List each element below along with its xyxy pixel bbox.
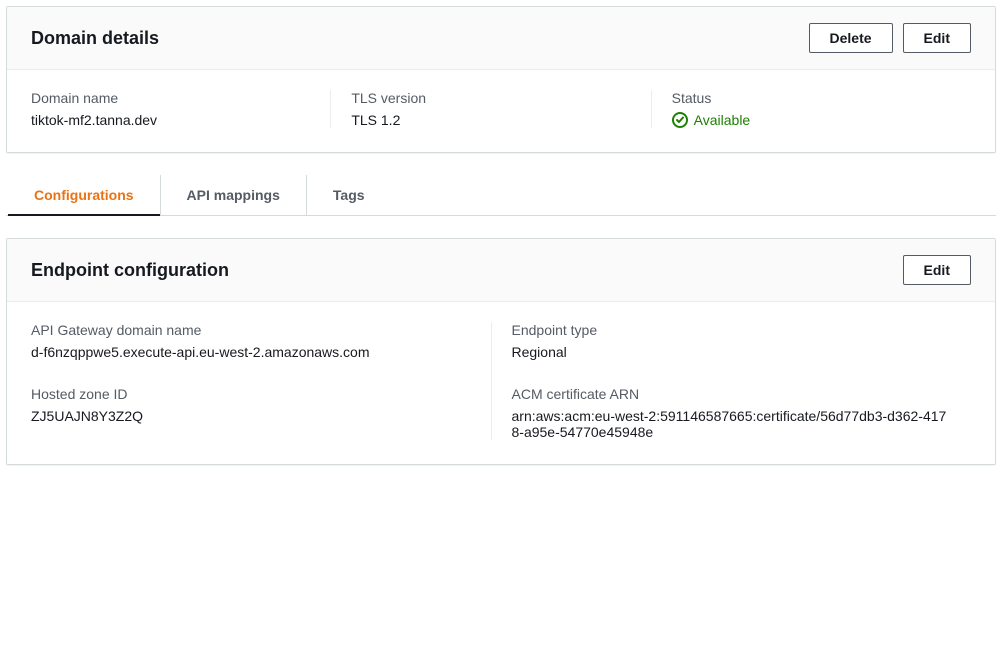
- endpoint-config-actions: Edit: [903, 255, 971, 285]
- status-label: Status: [672, 90, 951, 106]
- tls-version-label: TLS version: [351, 90, 630, 106]
- domain-name-field: Domain name tiktok-mf2.tanna.dev: [31, 90, 330, 128]
- hosted-zone-id-value: ZJ5UAJN8Y3Z2Q: [31, 408, 471, 424]
- endpoint-config-card: Endpoint configuration Edit API Gateway …: [6, 238, 996, 465]
- domain-name-value: tiktok-mf2.tanna.dev: [31, 112, 310, 128]
- edit-button[interactable]: Edit: [903, 23, 971, 53]
- tab-tags[interactable]: Tags: [307, 175, 391, 215]
- endpoint-type-label: Endpoint type: [512, 322, 952, 338]
- endpoint-edit-button[interactable]: Edit: [903, 255, 971, 285]
- domain-details-card: Domain details Delete Edit Domain name t…: [6, 6, 996, 153]
- endpoint-config-title: Endpoint configuration: [31, 260, 229, 281]
- tab-configurations[interactable]: Configurations: [8, 175, 161, 215]
- hosted-zone-id-label: Hosted zone ID: [31, 386, 471, 402]
- check-circle-icon: [672, 112, 688, 128]
- domain-name-label: Domain name: [31, 90, 310, 106]
- api-gateway-domain-label: API Gateway domain name: [31, 322, 471, 338]
- tab-api-mappings[interactable]: API mappings: [161, 175, 307, 215]
- domain-details-header: Domain details Delete Edit: [7, 7, 995, 70]
- endpoint-config-body: API Gateway domain name d-f6nzqppwe5.exe…: [7, 302, 995, 464]
- endpoint-type-field: Endpoint type Regional: [512, 322, 952, 360]
- domain-details-title: Domain details: [31, 28, 159, 49]
- hosted-zone-id-field: Hosted zone ID ZJ5UAJN8Y3Z2Q: [31, 386, 471, 424]
- tls-version-field: TLS version TLS 1.2: [330, 90, 650, 128]
- acm-arn-value: arn:aws:acm:eu-west-2:591146587665:certi…: [512, 408, 952, 440]
- acm-arn-field: ACM certificate ARN arn:aws:acm:eu-west-…: [512, 386, 952, 440]
- acm-arn-label: ACM certificate ARN: [512, 386, 952, 402]
- api-gateway-domain-field: API Gateway domain name d-f6nzqppwe5.exe…: [31, 322, 471, 360]
- tabs: Configurations API mappings Tags: [6, 175, 996, 216]
- endpoint-type-value: Regional: [512, 344, 952, 360]
- tls-version-value: TLS 1.2: [351, 112, 630, 128]
- status-field: Status Available: [651, 90, 971, 128]
- endpoint-config-header: Endpoint configuration Edit: [7, 239, 995, 302]
- delete-button[interactable]: Delete: [809, 23, 893, 53]
- domain-details-body: Domain name tiktok-mf2.tanna.dev TLS ver…: [7, 70, 995, 152]
- domain-details-actions: Delete Edit: [809, 23, 971, 53]
- api-gateway-domain-value: d-f6nzqppwe5.execute-api.eu-west-2.amazo…: [31, 344, 471, 360]
- status-value: Available: [694, 112, 751, 128]
